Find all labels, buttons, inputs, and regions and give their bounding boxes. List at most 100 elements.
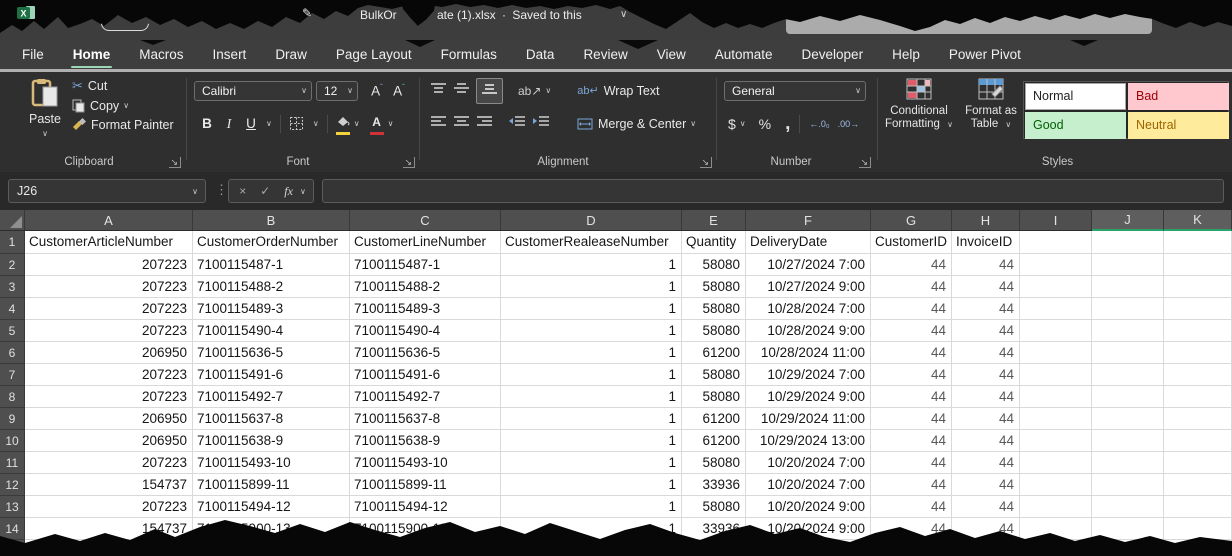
- cell[interactable]: [193, 540, 350, 556]
- cell[interactable]: 10/29/2024 7:00: [746, 364, 871, 386]
- cell[interactable]: 10/28/2024 11:00: [746, 342, 871, 364]
- cell[interactable]: 154737: [25, 518, 193, 540]
- percent-button[interactable]: %: [759, 116, 771, 132]
- cell[interactable]: 7100115492-7: [193, 386, 350, 408]
- row-header-13[interactable]: 13: [0, 496, 25, 518]
- tab-home[interactable]: Home: [73, 47, 111, 62]
- cell[interactable]: [1020, 231, 1092, 254]
- cell[interactable]: [1020, 276, 1092, 298]
- decrease-decimal-button[interactable]: .00→: [838, 119, 860, 129]
- cell[interactable]: 10/29/2024 13:00: [746, 430, 871, 452]
- alignment-dialog-launcher[interactable]: ↘: [700, 157, 712, 168]
- italic-button[interactable]: I: [218, 116, 240, 132]
- align-center-button[interactable]: [453, 115, 470, 133]
- cell[interactable]: 10/29/2024 9:00: [746, 386, 871, 408]
- tab-page-layout[interactable]: Page Layout: [336, 47, 412, 62]
- cell[interactable]: [1092, 298, 1164, 320]
- title-chevron-icon[interactable]: ∨: [620, 9, 627, 20]
- cell[interactable]: [1020, 386, 1092, 408]
- cell[interactable]: [1164, 386, 1232, 408]
- cell[interactable]: CustomerID: [871, 231, 952, 254]
- cell[interactable]: 1: [501, 254, 682, 276]
- align-right-button[interactable]: [476, 115, 493, 133]
- cell[interactable]: 44: [871, 452, 952, 474]
- cell[interactable]: CustomerOrderNumber: [193, 231, 350, 254]
- cell[interactable]: 44: [952, 408, 1020, 430]
- cell[interactable]: 10/20/2024 9:00: [746, 518, 871, 540]
- cell[interactable]: CustomerArticleNumber: [25, 231, 193, 254]
- cell[interactable]: 44: [871, 276, 952, 298]
- cell[interactable]: 1: [501, 276, 682, 298]
- column-header-b[interactable]: B: [193, 210, 350, 231]
- row-header-8[interactable]: 8: [0, 386, 25, 408]
- number-format-combobox[interactable]: General ∨: [724, 81, 866, 101]
- clipboard-dialog-launcher[interactable]: ↘: [169, 157, 181, 168]
- row-header-1[interactable]: 1: [0, 231, 25, 254]
- cell[interactable]: [1020, 452, 1092, 474]
- wrap-text-button[interactable]: ab↵ Wrap Text: [577, 84, 659, 98]
- conditional-formatting-button[interactable]: Conditional Formatting ∨: [883, 78, 955, 131]
- column-header-d[interactable]: D: [501, 210, 682, 231]
- tab-view[interactable]: View: [657, 47, 686, 62]
- cell[interactable]: 1: [501, 320, 682, 342]
- cell[interactable]: [1092, 474, 1164, 496]
- cell[interactable]: [1164, 298, 1232, 320]
- cell[interactable]: 1: [501, 496, 682, 518]
- tab-file[interactable]: File: [22, 47, 44, 62]
- cell[interactable]: 10/27/2024 9:00: [746, 276, 871, 298]
- cell[interactable]: 7100115636-5: [350, 342, 501, 364]
- row-header-6[interactable]: 6: [0, 342, 25, 364]
- formula-input[interactable]: [322, 179, 1224, 203]
- cell[interactable]: 7100115489-3: [193, 298, 350, 320]
- row-header-2[interactable]: 2: [0, 254, 25, 276]
- cell[interactable]: 44: [952, 452, 1020, 474]
- merge-center-button[interactable]: Merge & Center ∨: [577, 117, 696, 131]
- cell[interactable]: 44: [871, 342, 952, 364]
- cell[interactable]: 44: [952, 298, 1020, 320]
- cell[interactable]: 44: [952, 254, 1020, 276]
- cell[interactable]: 7100115493-10: [350, 452, 501, 474]
- cell[interactable]: CustomerRealeaseNumber: [501, 231, 682, 254]
- insert-function-button[interactable]: fx: [277, 184, 300, 199]
- cell[interactable]: 7100115490-4: [193, 320, 350, 342]
- comma-style-button[interactable]: ,: [785, 119, 790, 129]
- cell[interactable]: 206950: [25, 342, 193, 364]
- column-header-e[interactable]: E: [682, 210, 746, 231]
- cell-style-bad[interactable]: Bad: [1128, 83, 1229, 110]
- cell[interactable]: 44: [871, 430, 952, 452]
- tab-data[interactable]: Data: [526, 47, 555, 62]
- cell[interactable]: [1164, 452, 1232, 474]
- cell[interactable]: 58080: [682, 254, 746, 276]
- cell[interactable]: 10/20/2024 9:00: [746, 496, 871, 518]
- cell[interactable]: 7100115636-5: [193, 342, 350, 364]
- cell[interactable]: [1020, 430, 1092, 452]
- font-name-combobox[interactable]: Calibri ∨: [194, 81, 312, 101]
- select-all-corner[interactable]: [0, 210, 25, 231]
- cell[interactable]: 207223: [25, 276, 193, 298]
- cell[interactable]: 1: [501, 364, 682, 386]
- cell[interactable]: 10/20/2024 7:00: [746, 474, 871, 496]
- cell[interactable]: [746, 540, 871, 556]
- cell[interactable]: 7100115900-13: [193, 518, 350, 540]
- font-dialog-launcher[interactable]: ↘: [403, 157, 415, 168]
- cell[interactable]: 58080: [682, 386, 746, 408]
- tab-formulas[interactable]: Formulas: [441, 47, 497, 62]
- middle-align-button[interactable]: [453, 82, 470, 100]
- cell[interactable]: 1: [501, 452, 682, 474]
- cell[interactable]: DeliveryDate: [746, 231, 871, 254]
- cell[interactable]: 33936: [682, 518, 746, 540]
- bottom-align-button[interactable]: [476, 78, 503, 104]
- format-painter-button[interactable]: Format Painter: [72, 118, 174, 132]
- cell[interactable]: 44: [952, 430, 1020, 452]
- cell-style-good[interactable]: Good: [1025, 112, 1126, 139]
- cell[interactable]: 7100115491-6: [193, 364, 350, 386]
- cell[interactable]: [1164, 364, 1232, 386]
- cell[interactable]: [1020, 496, 1092, 518]
- paste-button[interactable]: Paste ∨: [22, 78, 68, 150]
- column-header-k[interactable]: K: [1164, 210, 1232, 231]
- cell[interactable]: 207223: [25, 496, 193, 518]
- cell[interactable]: 7100115637-8: [350, 408, 501, 430]
- cell[interactable]: 44: [952, 320, 1020, 342]
- cell[interactable]: 44: [952, 276, 1020, 298]
- cell[interactable]: [682, 540, 746, 556]
